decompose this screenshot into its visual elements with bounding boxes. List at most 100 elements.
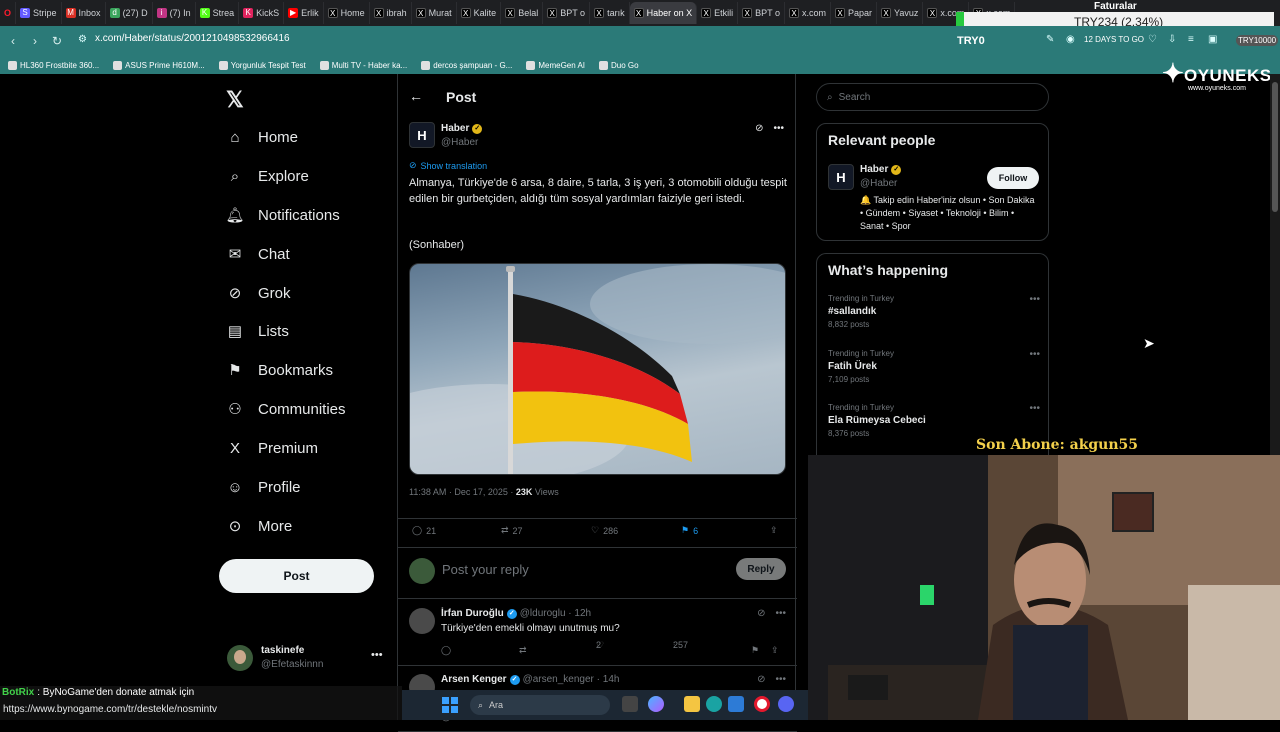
- browser-tab[interactable]: X Etkili: [697, 2, 739, 24]
- store-icon[interactable]: [728, 696, 744, 712]
- browser-tab[interactable]: K Strea: [196, 2, 240, 24]
- repost-action[interactable]: ⇄ 27: [501, 525, 523, 536]
- post-image-german-flag[interactable]: [409, 263, 786, 475]
- browser-tab[interactable]: S Stripe: [16, 2, 62, 24]
- nav-item-home[interactable]: ⌂ Home: [226, 128, 298, 146]
- nav-item-lists[interactable]: ▤ Lists: [226, 322, 289, 341]
- nav-item-more[interactable]: ⊙ More: [226, 517, 292, 536]
- nav-item-communities[interactable]: ⚇ Communities: [226, 400, 345, 419]
- trend-item[interactable]: Trending in Turkey Ela Rümeysa Cebeci 8,37…: [828, 403, 1040, 438]
- nav-item-premium[interactable]: X Premium: [226, 439, 318, 457]
- reply-author[interactable]: Arsen Kenger ✓ @arsen_kenger · 14h: [441, 674, 619, 685]
- reload-icon[interactable]: ↻: [46, 34, 68, 48]
- post-button[interactable]: Post: [219, 559, 374, 593]
- site-info-icon[interactable]: ⚙: [78, 34, 87, 45]
- bookmark-item[interactable]: Yorgunluk Tespit Test: [218, 60, 306, 70]
- browser-tab[interactable]: Xtarık: [590, 2, 630, 24]
- avatar[interactable]: [409, 608, 435, 634]
- x-logo-icon[interactable]: 𝕏: [226, 87, 244, 113]
- bookmark-item[interactable]: HL360 Frostbite 360...: [8, 60, 99, 70]
- opera-browser-icon[interactable]: [754, 696, 770, 712]
- more-dots-icon[interactable]: •••: [775, 608, 786, 619]
- more-dots-icon[interactable]: •••: [371, 649, 383, 661]
- browser-tab[interactable]: X Kalite: [457, 2, 502, 24]
- opera-menu-icon[interactable]: O: [0, 2, 17, 24]
- task-view-icon[interactable]: [622, 696, 638, 712]
- nav-item-profile[interactable]: ☺ Profile: [226, 478, 300, 496]
- bookmark-item[interactable]: dercos şampuan - G...: [421, 60, 512, 70]
- share-icon[interactable]: ⇪: [770, 525, 778, 536]
- author-handle[interactable]: @Haber: [441, 137, 478, 148]
- grok-icon[interactable]: ⊘: [757, 674, 765, 685]
- edit-icon[interactable]: ✎: [1046, 34, 1054, 45]
- bookmark-item[interactable]: ASUS Prime H610M...: [113, 60, 205, 70]
- trend-item[interactable]: Trending in Turkey Fatih Ürek 7,109 posts •…: [828, 349, 1040, 384]
- nav-item-grok[interactable]: ⊘ Grok: [226, 284, 291, 303]
- browser-tab[interactable]: X Yavuz: [877, 2, 924, 24]
- share-icon[interactable]: ⇪: [771, 645, 779, 656]
- repost-icon[interactable]: ⇄: [519, 645, 527, 656]
- back-arrow-icon[interactable]: ←: [409, 88, 423, 104]
- taskbar-search[interactable]: ⌕ Ara: [470, 695, 610, 715]
- bookmark-action[interactable]: ⚑ 6: [681, 525, 698, 536]
- browser-tab[interactable]: d (27) D: [106, 2, 153, 24]
- nav-item-bookmarks[interactable]: ⚑ Bookmarks: [226, 361, 333, 380]
- post-time[interactable]: 11:38 AM · Dec 17, 2025 ·: [409, 487, 516, 497]
- more-dots-icon[interactable]: •••: [1029, 403, 1040, 414]
- browser-tab[interactable]: ▶ Erlik: [284, 2, 324, 24]
- back-arrow-icon[interactable]: ‹: [2, 34, 24, 48]
- browser-tab[interactable]: X Murat: [412, 2, 457, 24]
- more-dots-icon[interactable]: •••: [1029, 349, 1040, 360]
- wallet-icon[interactable]: ▣: [1208, 34, 1217, 45]
- follow-button[interactable]: Follow: [987, 167, 1039, 189]
- reply-icon[interactable]: ◯: [441, 645, 451, 656]
- browser-tab[interactable]: X Papar: [831, 2, 878, 24]
- menu-icon[interactable]: ≡: [1188, 34, 1194, 45]
- browser-tab[interactable]: X Home: [324, 2, 370, 24]
- show-translation-link[interactable]: ⊘ Show translation: [409, 160, 487, 171]
- browser-tab[interactable]: Xibrah: [370, 2, 412, 24]
- url-field[interactable]: x.com/Haber/status/2001210498532966416: [95, 33, 290, 44]
- like-action[interactable]: ♡ 286: [591, 525, 618, 536]
- camera-icon[interactable]: ◉: [1066, 34, 1075, 45]
- windows-start-icon[interactable]: [442, 697, 458, 713]
- file-explorer-icon[interactable]: [684, 696, 700, 712]
- more-dots-icon[interactable]: •••: [775, 674, 786, 685]
- author-avatar[interactable]: H: [409, 122, 435, 148]
- reply-input[interactable]: Post your reply: [442, 562, 529, 577]
- browser-tab[interactable]: M Inbox: [62, 2, 106, 24]
- author-name[interactable]: Haber ✓: [441, 123, 483, 134]
- scrollbar-thumb[interactable]: [1272, 82, 1278, 212]
- person-handle[interactable]: @Haber: [860, 178, 897, 189]
- browser-tab[interactable]: X Belal: [501, 2, 544, 24]
- reply-item[interactable]: İrfan Duroğlu ✓ @lduroglu · 12h ⊘ ••• Türki…: [398, 600, 797, 666]
- bookmark-item[interactable]: Multi TV - Haber ka...: [319, 60, 407, 70]
- browser-tab[interactable]: X Haber on X: [629, 2, 698, 24]
- search-box[interactable]: ⌕: [816, 83, 1049, 111]
- heart-icon[interactable]: ♡: [1148, 34, 1157, 45]
- more-dots-icon[interactable]: •••: [773, 123, 784, 134]
- nav-item-chat[interactable]: ✉ Chat: [226, 245, 290, 264]
- edge-browser-icon[interactable]: [706, 696, 722, 712]
- browser-tab[interactable]: X BPT o: [738, 2, 785, 24]
- browser-tab[interactable]: K KickS: [239, 2, 285, 24]
- person-name[interactable]: Haber ✓: [860, 164, 902, 175]
- browser-tab[interactable]: X BPT o: [543, 2, 591, 24]
- forward-arrow-icon[interactable]: ›: [24, 34, 46, 48]
- bookmark-item[interactable]: MemeGen AI: [526, 60, 585, 70]
- search-input[interactable]: [838, 91, 1019, 103]
- browser-tab[interactable]: i (7) In: [153, 2, 196, 24]
- more-dots-icon[interactable]: •••: [1029, 294, 1040, 305]
- browser-tab[interactable]: Xx.com: [785, 2, 831, 24]
- reply-button[interactable]: Reply: [736, 558, 786, 580]
- grok-icon[interactable]: ⊘: [757, 608, 765, 619]
- bookmark-icon[interactable]: ⚑: [751, 645, 759, 656]
- discord-icon[interactable]: [778, 696, 794, 712]
- download-icon[interactable]: ⇩: [1168, 34, 1176, 45]
- reply-author[interactable]: İrfan Duroğlu ✓ @lduroglu · 12h: [441, 608, 591, 619]
- account-switcher[interactable]: taskinefe @Efetaskinnn •••: [227, 643, 387, 675]
- trend-item[interactable]: Trending in Turkey #sallandık 8,832 posts •…: [828, 294, 1040, 329]
- person-avatar[interactable]: H: [828, 164, 854, 190]
- copilot-icon[interactable]: [648, 696, 664, 712]
- grok-icon[interactable]: ⊘: [755, 123, 763, 134]
